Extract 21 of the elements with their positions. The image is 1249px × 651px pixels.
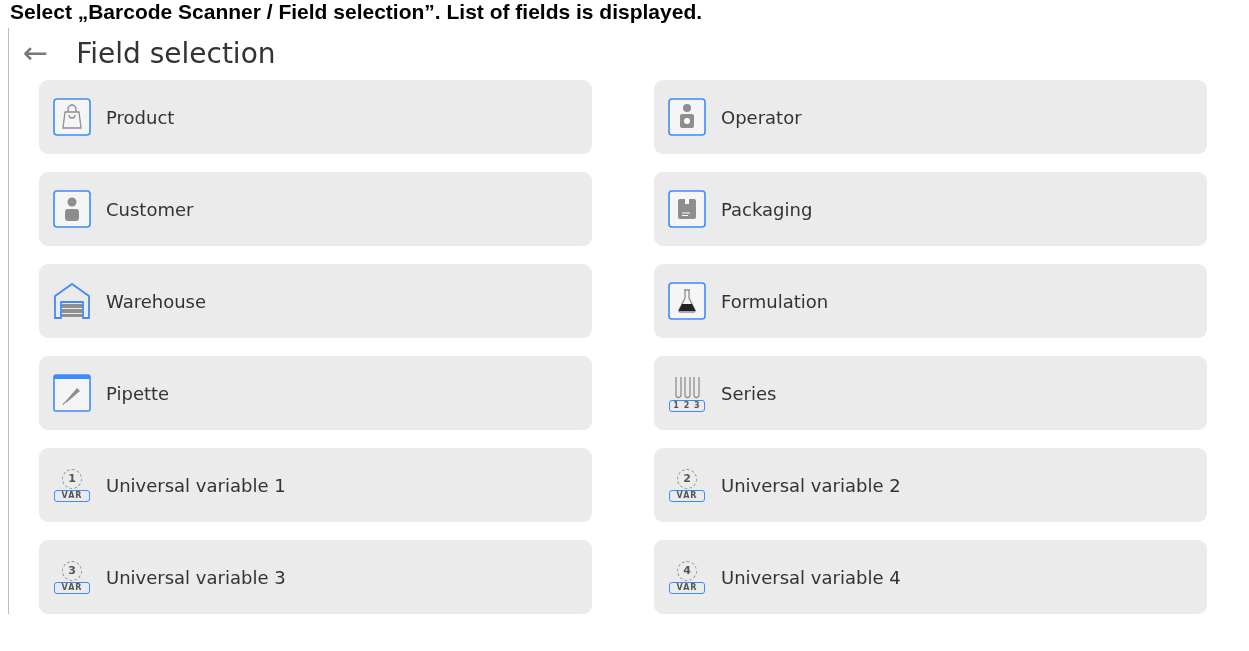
field-option[interactable]: Formulation: [654, 264, 1207, 338]
flask-icon: [668, 282, 706, 320]
page-title: Field selection: [76, 36, 276, 70]
field-option[interactable]: Customer: [39, 172, 592, 246]
field-option[interactable]: Warehouse: [39, 264, 592, 338]
caption-text: Select „Barcode Scanner / Field selection”. List of fields is displayed.: [9, 0, 704, 24]
field-option[interactable]: Operator: [654, 80, 1207, 154]
field-option[interactable]: 4 VAR Universal variable 4: [654, 540, 1207, 614]
box-icon: [668, 190, 706, 228]
shopping-bag-icon: [53, 98, 91, 136]
field-option[interactable]: Packaging: [654, 172, 1207, 246]
field-option[interactable]: 1 VAR Universal variable 1: [39, 448, 592, 522]
field-option[interactable]: 2 VAR Universal variable 2: [654, 448, 1207, 522]
pipette-icon: [53, 374, 91, 412]
person-icon: [53, 190, 91, 228]
warehouse-icon: [53, 282, 91, 320]
field-option[interactable]: Product: [39, 80, 592, 154]
field-option[interactable]: 1 2 3 Series: [654, 356, 1207, 430]
field-option[interactable]: Pipette: [39, 356, 592, 430]
back-button[interactable]: ←: [23, 38, 49, 68]
field-option[interactable]: 3 VAR Universal variable 3: [39, 540, 592, 614]
